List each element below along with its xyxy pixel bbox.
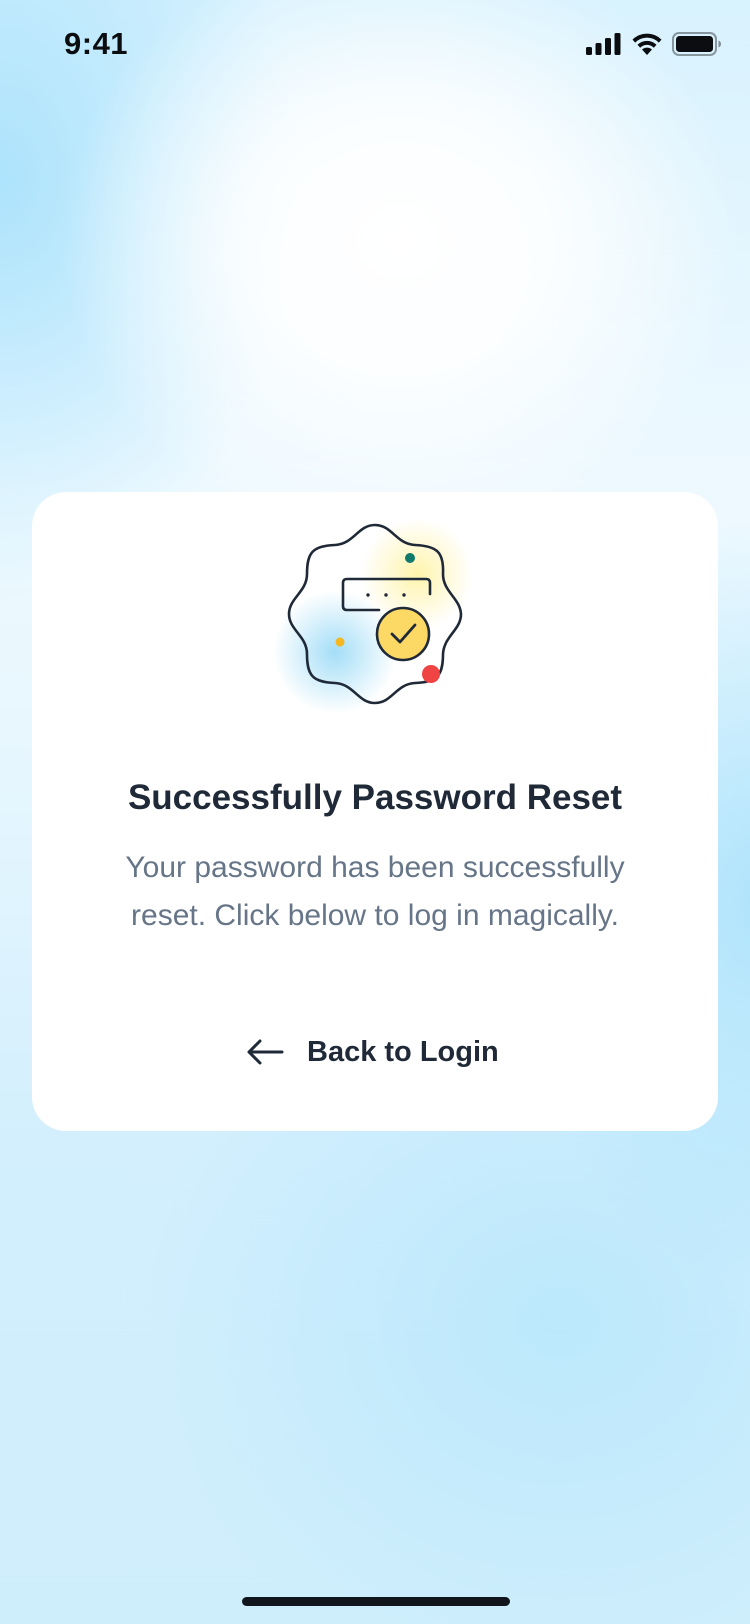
status-icons bbox=[586, 32, 722, 56]
status-time: 9:41 bbox=[64, 26, 129, 61]
back-to-login-label: Back to Login bbox=[307, 1035, 499, 1068]
back-to-login-button[interactable]: Back to Login bbox=[245, 1022, 499, 1082]
password-reset-success-badge-icon bbox=[273, 518, 473, 714]
home-indicator[interactable] bbox=[242, 1597, 510, 1606]
password-reset-success-card: Successfully Password Reset Your passwor… bbox=[32, 492, 718, 1131]
battery-icon bbox=[672, 32, 721, 56]
arrow-left-icon bbox=[247, 1039, 284, 1065]
cellular-signal-icon bbox=[586, 33, 621, 55]
wifi-icon bbox=[632, 33, 662, 55]
description-text: Your password has been successfully rese… bbox=[125, 851, 625, 932]
status-bar: 9:41 bbox=[0, 0, 750, 90]
page-title: Successfully Password Reset bbox=[127, 778, 623, 817]
